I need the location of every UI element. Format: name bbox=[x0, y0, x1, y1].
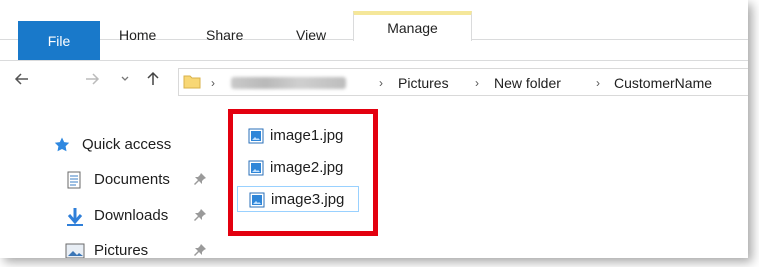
back-arrow-icon[interactable] bbox=[12, 71, 32, 91]
address-row: › › Pictures › New folder › CustomerName bbox=[0, 61, 748, 101]
tab-file[interactable]: File bbox=[18, 21, 100, 60]
folder-icon bbox=[183, 73, 201, 89]
image-file-icon bbox=[248, 160, 264, 176]
sidebar-item-label: Documents bbox=[94, 171, 170, 188]
address-bar[interactable]: › › Pictures › New folder › CustomerName bbox=[178, 68, 748, 96]
tab-home[interactable]: Home bbox=[119, 25, 156, 45]
file-explorer-window: File Home Share View Manage › › Pictures… bbox=[0, 0, 748, 258]
file-name: image3.jpg bbox=[271, 191, 345, 208]
breadcrumb-separator: › bbox=[379, 76, 383, 90]
pin-icon[interactable] bbox=[193, 208, 207, 222]
download-icon bbox=[65, 207, 83, 226]
breadcrumb-customername[interactable]: CustomerName bbox=[614, 73, 712, 93]
pin-icon[interactable] bbox=[193, 172, 207, 186]
documents-icon bbox=[65, 171, 83, 189]
tab-share[interactable]: Share bbox=[206, 25, 243, 45]
breadcrumb-separator: › bbox=[211, 76, 215, 90]
tab-manage[interactable]: Manage bbox=[353, 11, 472, 41]
file-name: image2.jpg bbox=[270, 159, 344, 176]
image-file-icon bbox=[249, 192, 265, 208]
chevron-down-icon[interactable] bbox=[118, 71, 132, 91]
sidebar-item-documents[interactable]: Documents bbox=[0, 169, 220, 191]
sidebar-item-label: Quick access bbox=[82, 136, 172, 153]
tab-view[interactable]: View bbox=[296, 25, 326, 45]
list-item-selected[interactable]: image3.jpg bbox=[237, 186, 359, 212]
list-item[interactable]: image2.jpg bbox=[237, 155, 359, 181]
navigation-pane: Quick access Documents Downloads Picture… bbox=[0, 101, 220, 258]
breadcrumb-separator: › bbox=[475, 76, 479, 90]
sidebar-item-downloads[interactable]: Downloads bbox=[0, 205, 220, 227]
image-file-icon bbox=[248, 128, 264, 144]
breadcrumb-pictures[interactable]: Pictures bbox=[398, 73, 449, 93]
sidebar-item-label: Pictures bbox=[94, 242, 149, 258]
pin-icon[interactable] bbox=[193, 243, 207, 257]
sidebar-item-label: Downloads bbox=[94, 207, 169, 224]
pictures-icon bbox=[65, 242, 85, 258]
file-name: image1.jpg bbox=[270, 127, 344, 144]
breadcrumb-new-folder[interactable]: New folder bbox=[494, 73, 561, 93]
blurred-user-crumb bbox=[231, 77, 346, 89]
sidebar-item-pictures[interactable]: Pictures bbox=[0, 240, 220, 258]
forward-arrow-icon[interactable] bbox=[82, 71, 102, 91]
sidebar-item-quick-access[interactable]: Quick access bbox=[0, 134, 220, 156]
star-icon bbox=[53, 136, 71, 154]
breadcrumb-separator: › bbox=[596, 76, 600, 90]
up-arrow-icon[interactable] bbox=[143, 71, 163, 91]
list-item[interactable]: image1.jpg bbox=[237, 123, 359, 149]
